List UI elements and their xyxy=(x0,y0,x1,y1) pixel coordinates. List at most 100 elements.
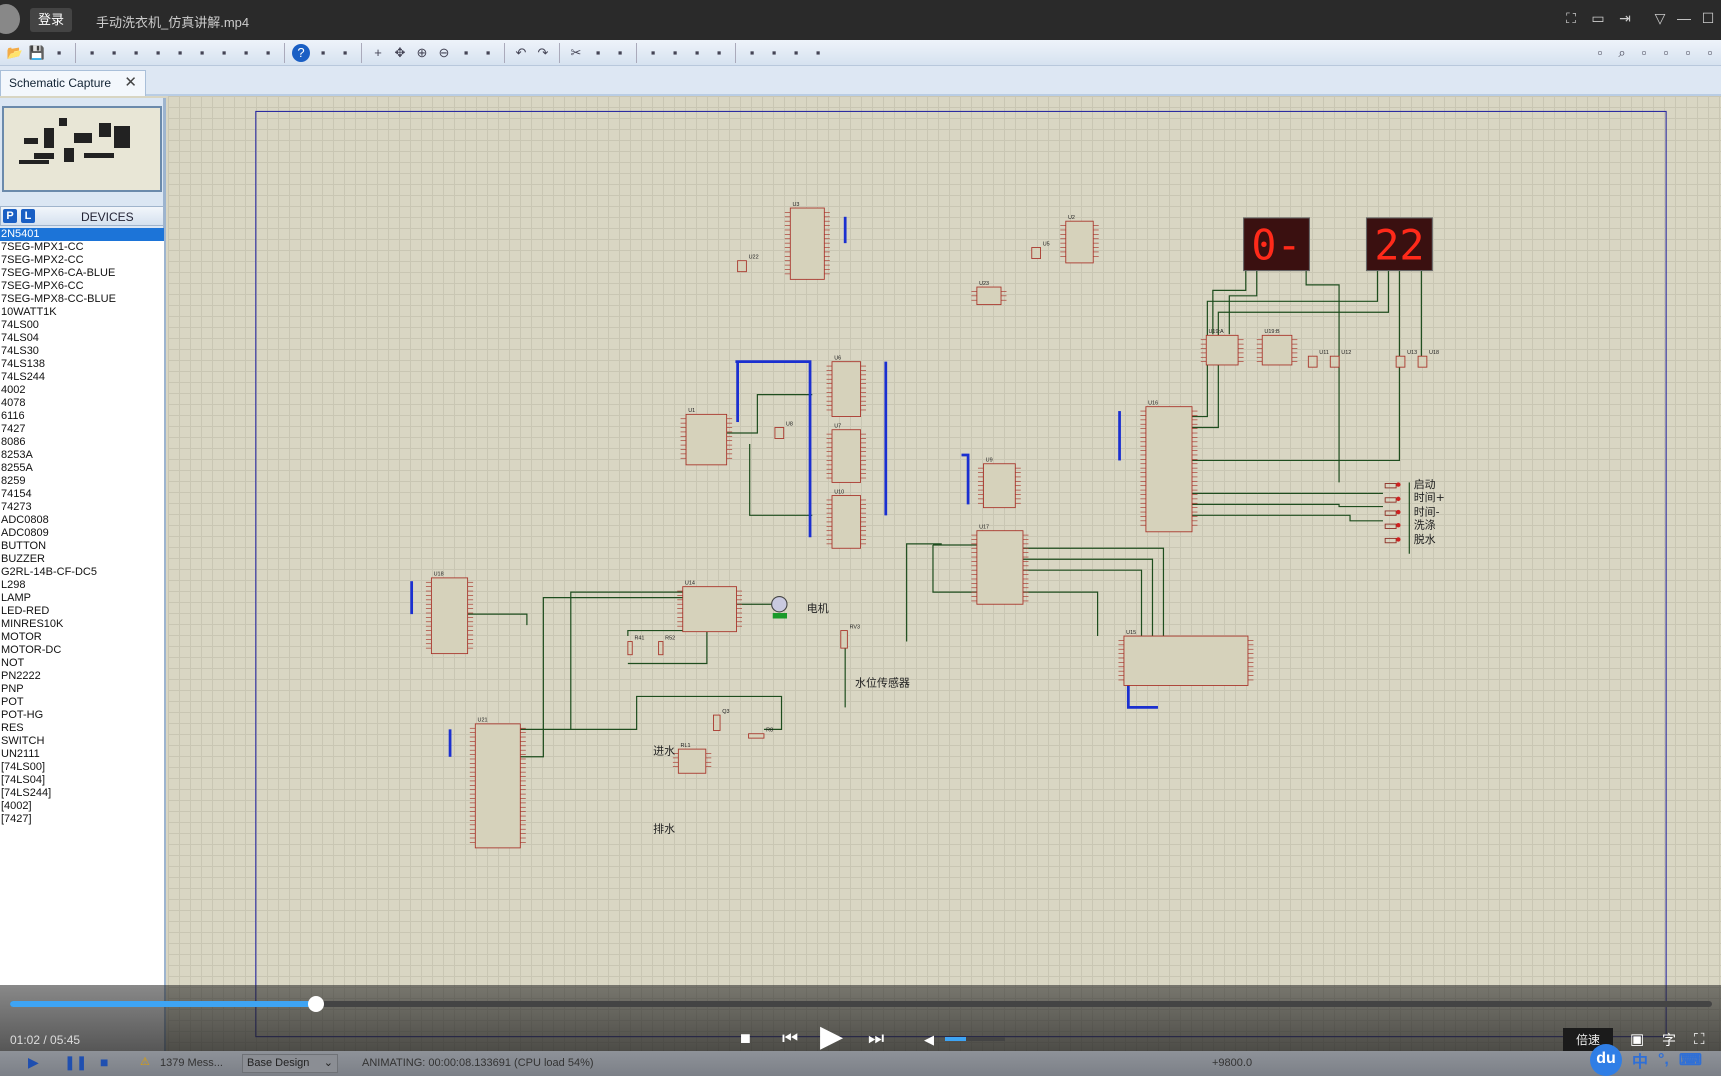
device-list-item[interactable]: 4002 xyxy=(0,384,164,397)
device-list-item[interactable]: LED-RED xyxy=(0,605,164,618)
block-rotate-icon[interactable]: ▪ xyxy=(688,44,706,62)
device-list-item[interactable]: PN2222 xyxy=(0,670,164,683)
motor-icon[interactable] xyxy=(771,595,788,619)
component-r52[interactable]: R52 xyxy=(658,635,676,656)
component-u11[interactable]: U11 xyxy=(1307,350,1329,368)
device-list-item[interactable]: MOTOR xyxy=(0,631,164,644)
library-button[interactable]: L xyxy=(21,209,35,223)
device-list-item[interactable]: [7427] xyxy=(0,813,164,826)
device-list-item[interactable]: [4002] xyxy=(0,800,164,813)
help-icon[interactable]: ? xyxy=(292,43,310,62)
device-list-item[interactable]: 7SEG-MPX2-CC xyxy=(0,254,164,267)
chip-icon[interactable]: ▪ xyxy=(127,44,145,62)
component-icon[interactable]: ▪ xyxy=(105,44,123,62)
ime-punctuation[interactable]: °, xyxy=(1658,1051,1669,1069)
decompose-icon[interactable]: ▪ xyxy=(809,44,827,62)
minimize-icon[interactable]: — xyxy=(1676,10,1692,26)
component-u22[interactable]: U22 xyxy=(737,255,759,273)
device-list-item[interactable]: [74LS00] xyxy=(0,761,164,774)
component-u5[interactable]: U5 xyxy=(1031,241,1050,259)
component-u14[interactable]: U14 xyxy=(677,580,743,633)
component-u16[interactable]: U16 xyxy=(1140,400,1198,533)
packaging-tool-icon[interactable]: ▪ xyxy=(787,44,805,62)
component-u3[interactable]: U3 xyxy=(784,202,830,280)
search-icon[interactable]: ⌕ xyxy=(1613,44,1631,62)
overview-preview[interactable] xyxy=(2,106,162,192)
messages-count[interactable]: 1379 Mess... xyxy=(160,1057,223,1069)
component-rl1[interactable]: RL1 xyxy=(672,743,712,774)
previous-icon[interactable]: ⏮ xyxy=(782,1028,798,1048)
device-list-item[interactable]: UN2111 xyxy=(0,748,164,761)
ime-language[interactable]: 中 xyxy=(1632,1048,1648,1072)
folder-icon[interactable]: ▭ xyxy=(1590,10,1606,26)
device-list-item[interactable]: 8259 xyxy=(0,475,164,488)
stop-icon[interactable]: ■ xyxy=(740,1028,751,1048)
push-button[interactable] xyxy=(1384,523,1401,529)
device-list-item[interactable]: 74273 xyxy=(0,501,164,514)
component-u7[interactable]: U7 xyxy=(826,424,867,483)
zoom-in-icon[interactable]: ⊕ xyxy=(413,44,431,62)
component-u2[interactable]: U2 xyxy=(1060,215,1099,264)
pick-device-button[interactable]: P xyxy=(3,209,17,223)
close-icon[interactable]: ✕ xyxy=(124,71,137,95)
undo-icon[interactable]: ↶ xyxy=(512,44,530,62)
back-icon[interactable]: ▪ xyxy=(149,44,167,62)
component-u23[interactable]: U23 xyxy=(971,281,1007,306)
pin-icon[interactable]: ⇥ xyxy=(1617,10,1633,26)
ime-logo[interactable]: du xyxy=(1590,1044,1622,1076)
push-button[interactable] xyxy=(1384,509,1401,516)
volume-icon[interactable]: ◀ xyxy=(924,1030,934,1050)
device-list-item[interactable]: 10WATT1K xyxy=(0,306,164,319)
next-icon[interactable]: ⏭ xyxy=(868,1028,884,1048)
device-list-item[interactable]: NOT xyxy=(0,657,164,670)
device-list-item[interactable]: BUZZER xyxy=(0,553,164,566)
device-list-item[interactable]: [74LS04] xyxy=(0,774,164,787)
component-u19-b[interactable]: U19:B xyxy=(1256,329,1298,366)
maximize-icon[interactable]: ☐ xyxy=(1700,10,1716,26)
progress-handle[interactable] xyxy=(308,996,325,1012)
device-list-item[interactable]: 2N5401 xyxy=(0,228,164,241)
pause-simulation-icon[interactable]: ❚❚ xyxy=(64,1054,87,1071)
gerber-icon[interactable]: ▪ xyxy=(237,44,255,62)
component-q3[interactable]: Q3 xyxy=(713,709,730,731)
save-icon[interactable]: 💾 xyxy=(28,44,46,62)
device-list-item[interactable]: MINRES10K xyxy=(0,618,164,631)
grid-icon[interactable]: ▪ xyxy=(336,44,354,62)
redo-icon[interactable]: ↷ xyxy=(534,44,552,62)
component-u15[interactable]: U15 xyxy=(1118,630,1254,686)
device-list-item[interactable]: LAMP xyxy=(0,592,164,605)
pick-icon[interactable]: ▪ xyxy=(743,44,761,62)
device-list-item[interactable]: 7427 xyxy=(0,423,164,436)
zoom-out-icon[interactable]: ⊖ xyxy=(435,44,453,62)
pan-icon[interactable]: ✥ xyxy=(391,44,409,62)
device-list-item[interactable]: 7SEG-MPX6-CC xyxy=(0,280,164,293)
zoom-all-icon[interactable]: ▪ xyxy=(457,44,475,62)
device-list-item[interactable]: 74LS138 xyxy=(0,358,164,371)
zoom-area-icon[interactable]: ▪ xyxy=(479,44,497,62)
property-tool-icon[interactable]: ▫ xyxy=(1635,44,1653,62)
open-icon[interactable]: 📂 xyxy=(6,44,24,62)
paste-icon[interactable]: ▪ xyxy=(611,44,629,62)
block-move-icon[interactable]: ▪ xyxy=(666,44,684,62)
new-sheet-icon[interactable]: ▫ xyxy=(1657,44,1675,62)
delete-sheet-icon[interactable]: ▫ xyxy=(1679,44,1697,62)
device-list-item[interactable]: 4078 xyxy=(0,397,164,410)
device-list-item[interactable]: 7SEG-MPX6-CA-BLUE xyxy=(0,267,164,280)
device-list-item[interactable]: 74LS00 xyxy=(0,319,164,332)
refresh-icon[interactable]: ▪ xyxy=(314,44,332,62)
push-button[interactable] xyxy=(1384,537,1401,544)
component-u6[interactable]: U6 xyxy=(826,355,867,417)
device-list-item[interactable]: BUTTON xyxy=(0,540,164,553)
device-list-item[interactable]: G2RL-14B-CF-DC5 xyxy=(0,566,164,579)
device-list-item[interactable]: 7SEG-MPX1-CC xyxy=(0,241,164,254)
copy-icon[interactable]: ▪ xyxy=(589,44,607,62)
device-list-item[interactable]: ADC0809 xyxy=(0,527,164,540)
device-list-item[interactable]: 8253A xyxy=(0,449,164,462)
component-r41[interactable]: R41 xyxy=(627,635,645,656)
login-button[interactable]: 登录 xyxy=(30,8,72,32)
device-list-item[interactable]: PNP xyxy=(0,683,164,696)
component-u17[interactable]: U17 xyxy=(971,525,1029,605)
device-list-item[interactable]: ADC0808 xyxy=(0,514,164,527)
tab-schematic-capture[interactable]: Schematic Capture ✕ xyxy=(0,70,146,96)
component-u8[interactable]: U8 xyxy=(774,421,793,439)
